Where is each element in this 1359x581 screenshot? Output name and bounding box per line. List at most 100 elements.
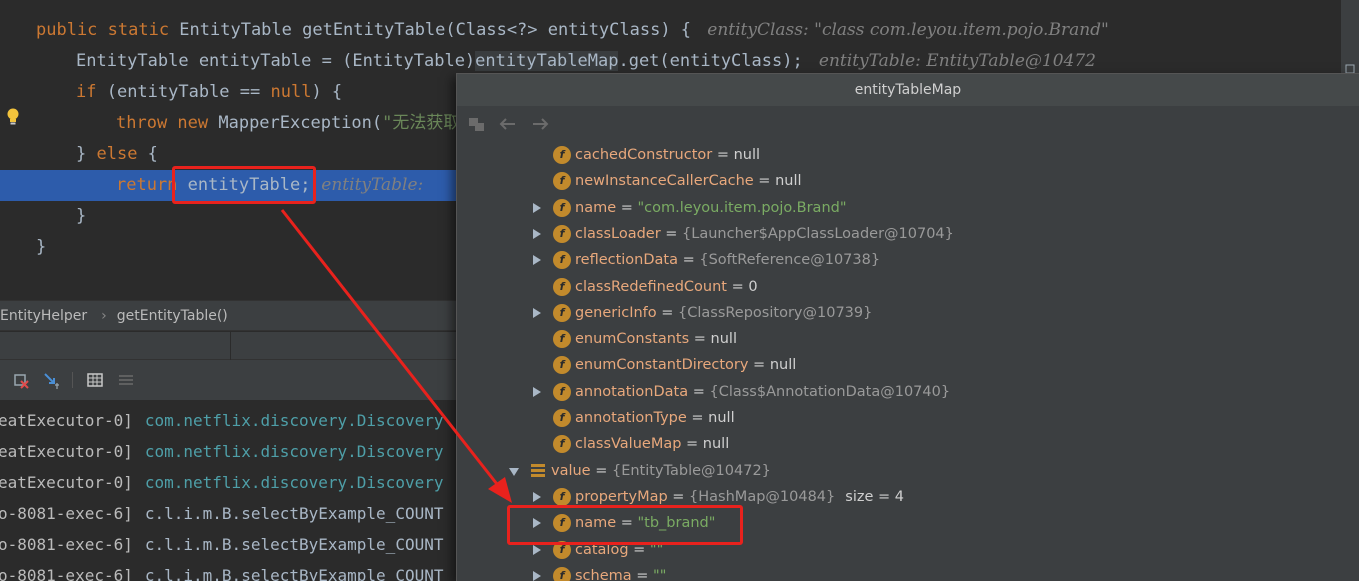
breadcrumb-method[interactable]: getEntityTable() (117, 308, 228, 324)
equals-sign: = (660, 225, 683, 242)
console-message: c.l.i.m.B.selectByExample_COUNT (144, 566, 444, 581)
expand-right-icon[interactable] (533, 202, 541, 213)
equals-sign: = (590, 462, 612, 479)
remove-breakpoint-icon[interactable] (12, 371, 30, 389)
field-icon: f (553, 330, 571, 349)
expand-right-icon[interactable] (533, 307, 541, 318)
inline-debug-value: entityClass: "class com.leyou.item.pojo.… (691, 20, 1109, 40)
code-token: ) { (311, 82, 343, 102)
chevron-right-icon: › (101, 308, 107, 324)
field-name: value (551, 462, 591, 479)
code-token: } (76, 206, 87, 226)
breadcrumb-class[interactable]: EntityHelper (0, 308, 87, 324)
table-icon[interactable] (86, 371, 104, 389)
code-keyword: throw new (116, 113, 219, 133)
equals-sign: = (667, 488, 690, 505)
tree-row[interactable]: f classValueMap = null (457, 431, 1359, 457)
field-icon: f (553, 487, 571, 506)
console-line: eatExecutor-0] com.netflix.discovery.Disc… (0, 436, 443, 467)
console-message: c.l.i.m.B.selectByExample_COUNT (144, 504, 444, 523)
console-thread: eatExecutor-0] (0, 473, 133, 492)
step-into-icon[interactable] (42, 371, 60, 389)
map-entry-icon (531, 463, 545, 477)
evaluate-expression-icon[interactable] (467, 114, 489, 134)
field-value: "com.leyou.item.pojo.Brand" (637, 199, 847, 216)
expand-right-icon[interactable] (533, 228, 541, 239)
console-line: o-8081-exec-6] c.l.i.m.B.selectByExample_… (0, 498, 443, 529)
field-size: size = 4 (845, 488, 904, 505)
equals-sign: = (681, 436, 703, 453)
tree-row[interactable]: f cachedConstructor = null (457, 142, 1359, 168)
field-icon: f (553, 409, 571, 427)
tree-row[interactable]: f genericInfo = {ClassRepository@10739} (457, 300, 1359, 326)
code-token: EntityTable getEntityTable(Class<?> enti… (179, 20, 692, 40)
field-name: name (575, 199, 617, 216)
code-string: "无法获取 (382, 113, 461, 133)
equals-sign: = (616, 199, 638, 216)
tree-row[interactable]: f schema = "" (457, 563, 1359, 581)
field-icon: f (553, 303, 571, 322)
console-line: o-8081-exec-6] c.l.i.m.B.selectByExample_… (0, 529, 443, 560)
expand-right-icon[interactable] (533, 491, 541, 502)
field-name: enumConstantDirectory (575, 357, 749, 374)
field-icon: f (553, 435, 571, 454)
field-icon: f (553, 224, 571, 243)
code-token: { (147, 144, 158, 164)
forward-arrow-icon[interactable] (529, 114, 551, 134)
filter-icon[interactable] (117, 371, 135, 389)
expand-right-icon[interactable] (533, 255, 541, 266)
tree-row[interactable]: f enumConstants = null (457, 326, 1359, 352)
code-token: (entityTable == (106, 82, 271, 102)
lightbulb-icon[interactable] (6, 108, 20, 126)
equals-sign: = (753, 173, 776, 190)
equals-sign: = (678, 252, 700, 269)
field-value: null (775, 173, 802, 190)
equals-sign: = (712, 147, 734, 163)
field-value: null (769, 357, 797, 374)
field-value: 0 (748, 278, 758, 295)
tree-row[interactable]: value = {EntityTable@10472} (457, 458, 1359, 484)
equals-sign: = (726, 278, 749, 295)
console-thread: o-8081-exec-6] (0, 504, 133, 523)
field-name: reflectionData (575, 252, 678, 269)
field-icon: f (553, 251, 571, 270)
tree-row[interactable]: f annotationData = {Class$AnnotationData@… (457, 379, 1359, 405)
right-tool-strip (1341, 0, 1359, 74)
tree-row[interactable]: f classLoader = {Launcher$AppClassLoader@… (457, 221, 1359, 247)
console-thread: eatExecutor-0] (0, 442, 133, 461)
tree-row[interactable]: f annotationType = null (457, 405, 1359, 431)
expand-right-icon[interactable] (533, 544, 541, 555)
expand-down-icon[interactable] (509, 467, 519, 476)
equals-sign: = (688, 383, 710, 400)
field-value: {ClassRepository@10739} (678, 304, 873, 321)
field-value: {EntityTable@10472} (611, 462, 771, 479)
tree-row[interactable]: f newInstanceCallerCache = null (457, 168, 1359, 194)
code-token: EntityTable entityTable = (EntityTable) (76, 51, 476, 71)
popup-title: entityTableMap (457, 74, 1359, 106)
code-line[interactable]: public static EntityTable getEntityTable… (0, 15, 1359, 46)
field-icon: f (553, 277, 571, 296)
field-name: annotationData (575, 383, 689, 400)
code-keyword: null (270, 82, 312, 102)
toolbar-separator (72, 372, 73, 388)
expand-right-icon[interactable] (533, 570, 541, 581)
tree-row[interactable]: f reflectionData = {SoftReference@10738} (457, 247, 1359, 273)
field-value: "" (653, 567, 667, 581)
expand-right-icon[interactable] (533, 386, 541, 397)
field-name: annotationType (575, 410, 687, 426)
console-thread: o-8081-exec-6] (0, 566, 133, 581)
field-value: {Launcher$AppClassLoader@10704} (682, 225, 954, 242)
highlight-box-return-value (172, 166, 316, 204)
code-keyword: else (96, 144, 148, 164)
back-arrow-icon[interactable] (497, 114, 519, 134)
field-name: genericInfo (575, 304, 657, 321)
field-name: newInstanceCallerCache (575, 173, 754, 190)
tree-row[interactable]: f enumConstantDirectory = null (457, 352, 1359, 378)
field-icon: f (553, 198, 571, 217)
inline-debug-value: entityTable: EntityTable@10472 (802, 51, 1096, 71)
console-message: com.netflix.discovery.Discovery (144, 473, 444, 492)
console-line: eatExecutor-0] com.netflix.discovery.Disc… (0, 405, 443, 436)
tree-row[interactable]: f name = "com.leyou.item.pojo.Brand" (457, 195, 1359, 221)
console-message: c.l.i.m.B.selectByExample_COUNT (144, 535, 444, 554)
tree-row[interactable]: f classRedefinedCount = 0 (457, 274, 1359, 300)
